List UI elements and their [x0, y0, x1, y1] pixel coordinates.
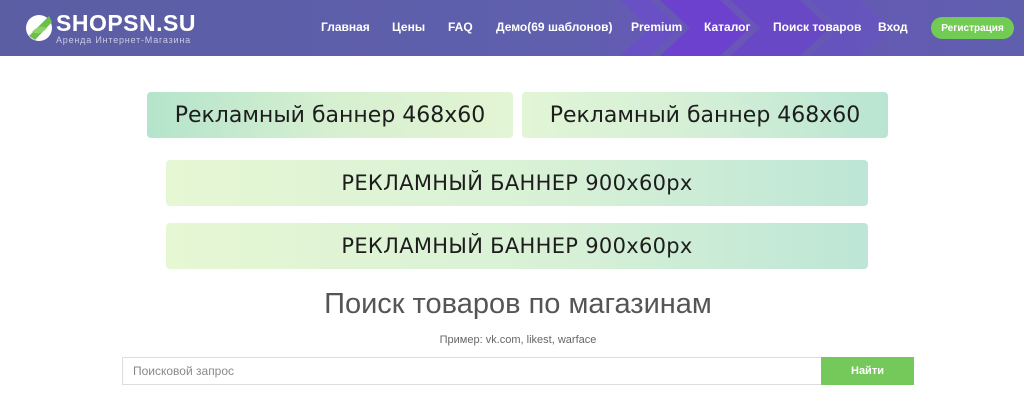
- nav-link-product-search[interactable]: Поиск товаров: [773, 20, 861, 34]
- nav-link-premium[interactable]: Premium: [631, 20, 682, 34]
- search-example-hint: Пример: vk.com, likest, warface: [439, 334, 597, 346]
- nav-link-demo[interactable]: Демо(69 шаблонов): [496, 20, 612, 34]
- ad-banner-900-first[interactable]: РЕКЛАМНЫЙ БАННЕР 900x60px: [166, 160, 868, 206]
- nav-link-faq[interactable]: FAQ: [448, 20, 473, 34]
- ad-banner-468-left[interactable]: Рекламный баннер 468x60: [147, 92, 513, 138]
- nav-link-prices[interactable]: Цены: [392, 20, 425, 34]
- nav-link-home[interactable]: Главная: [321, 20, 370, 34]
- main-nav: Главная Цены FAQ Демо(69 шаблонов) Premi…: [0, 0, 1024, 56]
- nav-link-login[interactable]: Вход: [878, 20, 908, 34]
- search-input[interactable]: [122, 357, 822, 385]
- search-button[interactable]: Найти: [821, 357, 914, 385]
- ad-banner-900-second[interactable]: РЕКЛАМНЫЙ БАННЕР 900x60px: [166, 223, 868, 269]
- search-title: Поиск товаров по магазинам: [324, 288, 712, 320]
- register-button[interactable]: Регистрация: [931, 17, 1014, 39]
- site-header: SHOPSN.SU Аренда Интернет-Магазина Главн…: [0, 0, 1024, 56]
- ad-banner-468-right[interactable]: Рекламный баннер 468x60: [522, 92, 888, 138]
- nav-link-catalog[interactable]: Каталог: [704, 20, 751, 34]
